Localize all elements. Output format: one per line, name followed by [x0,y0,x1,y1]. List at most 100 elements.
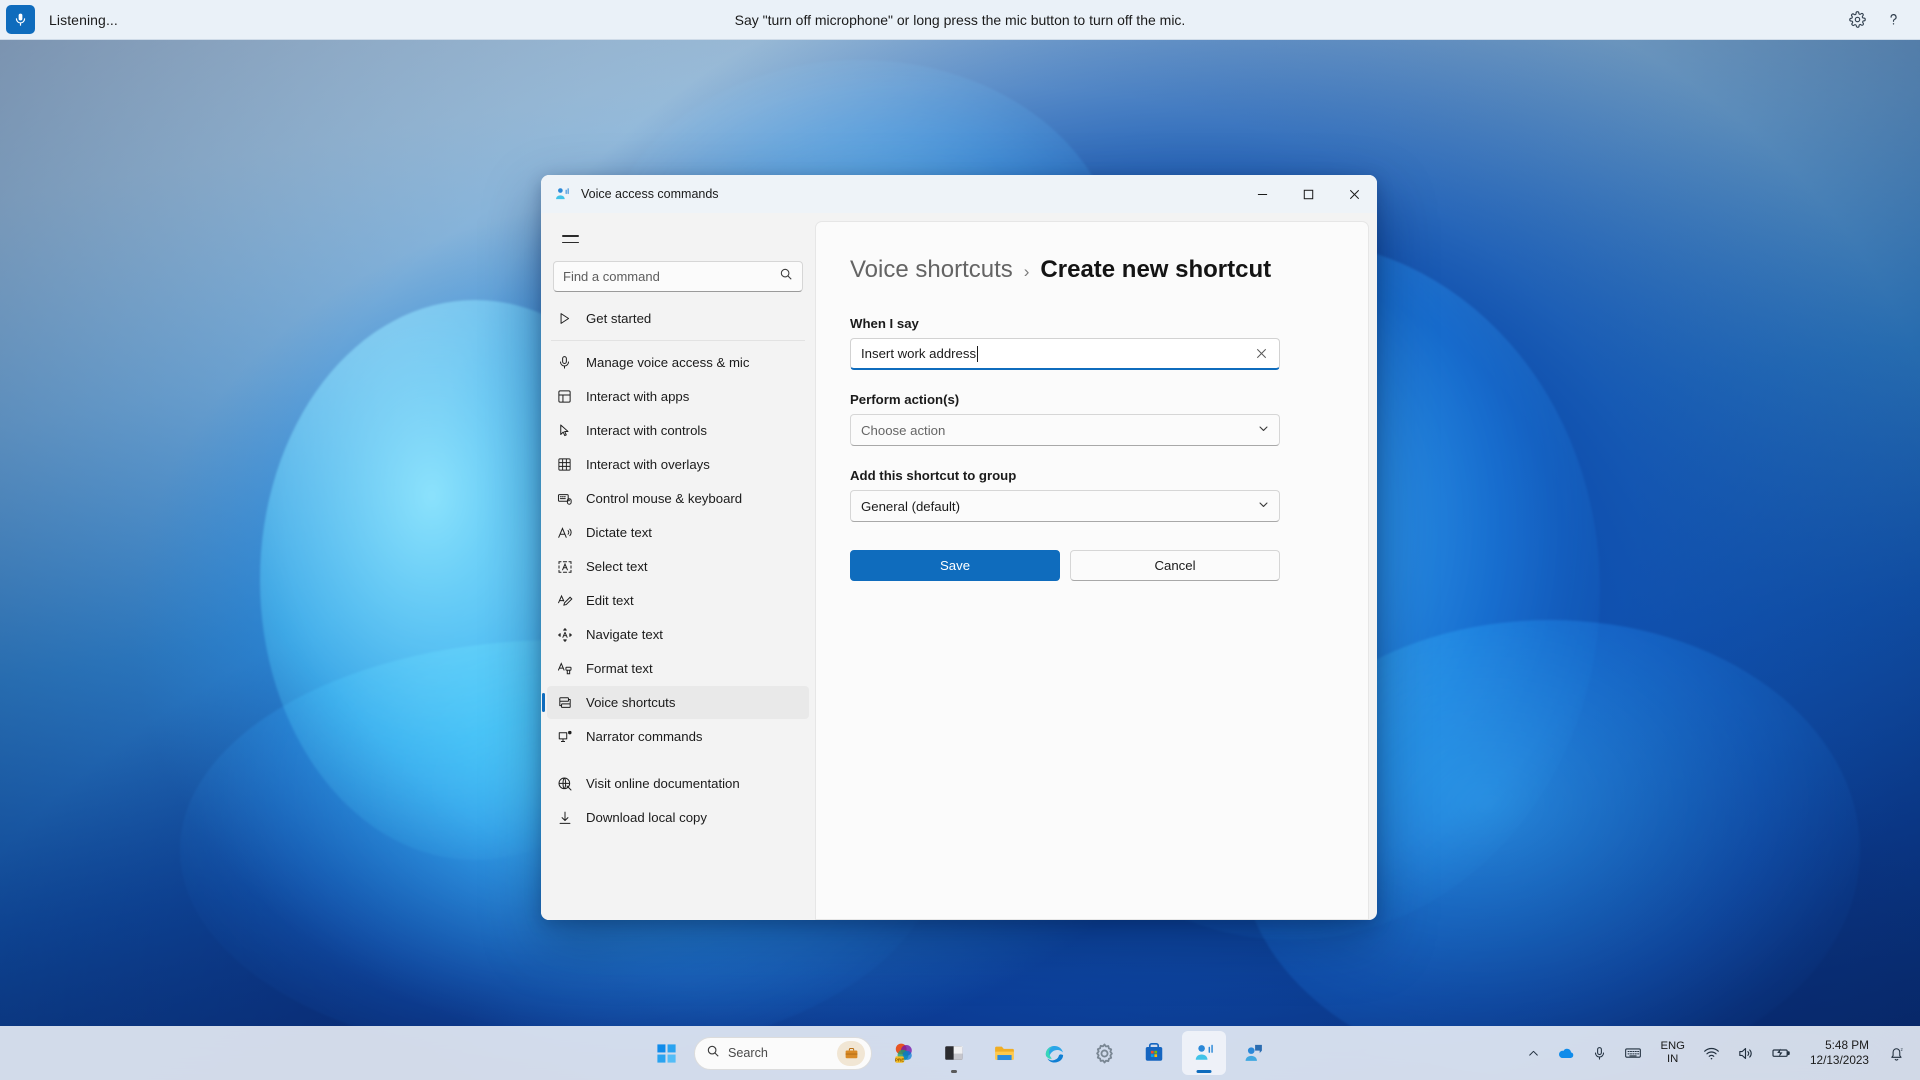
sidebar-item-get-started[interactable]: Get started [547,302,809,335]
when-i-say-field-group: When I say Insert work address [850,316,1280,370]
sidebar-item-label: Edit text [586,593,634,608]
edit-pencil-icon [555,591,574,610]
sidebar-item-label: Format text [586,661,653,676]
text-cursor [977,345,979,362]
file-explorer-dark-icon[interactable] [932,1031,976,1075]
minimize-button[interactable] [1239,175,1285,213]
narrator-icon [555,727,574,746]
sidebar-item-download-local-copy[interactable]: Download local copy [547,801,809,834]
microphone-icon[interactable] [6,5,35,34]
gear-icon[interactable] [1846,9,1868,31]
format-brush-icon [555,659,574,678]
sidebar-item-label: Interact with controls [586,423,707,438]
breadcrumb-root-link[interactable]: Voice shortcuts [850,256,1013,284]
keyboard-mouse-icon [555,489,574,508]
running-indicator [951,1070,957,1073]
cancel-button[interactable]: Cancel [1070,550,1280,581]
navigate-move-icon [555,625,574,644]
select-text-icon [555,557,574,576]
sidebar-item-label: Visit online documentation [586,776,740,791]
taskbar-search[interactable]: Search [694,1036,872,1070]
voice-access-icon[interactable] [1182,1031,1226,1075]
globe-icon [555,774,574,793]
search-field[interactable] [563,269,779,284]
sidebar-item-label: Narrator commands [586,729,703,744]
sidebar-item-interact-with-controls[interactable]: Interact with controls [547,414,809,447]
sidebar-item-voice-shortcuts[interactable]: Voice shortcuts [542,686,809,719]
when-i-say-value: Insert work address [861,346,977,361]
form-actions: Save Cancel [850,550,1280,581]
cursor-arrow-icon [555,421,574,440]
sidebar-item-label: Control mouse & keyboard [586,491,743,506]
hamburger-icon[interactable] [551,221,589,257]
taskbar-center-group: Search PRE [0,1031,1920,1075]
briefcase-icon[interactable] [837,1040,865,1066]
maximize-button[interactable] [1285,175,1331,213]
sidebar-item-label: Manage voice access & mic [586,355,750,370]
perform-actions-field-group: Perform action(s) Choose action [850,392,1280,446]
sidebar-item-dictate-text[interactable]: Dictate text [547,516,809,549]
add-to-group-dropdown[interactable]: General (default) [850,490,1280,522]
perform-actions-value: Choose action [861,422,946,438]
grid-overlay-icon [555,455,574,474]
sidebar-item-label: Dictate text [586,525,652,540]
settings-gear-icon[interactable] [1082,1031,1126,1075]
sidebar-item-visit-online-documentation[interactable]: Visit online documentation [547,767,809,800]
sidebar-nav: Get started Manage voice access & mic In… [541,302,815,834]
voice-access-bar-actions [1846,9,1920,31]
sidebar-item-select-text[interactable]: Select text [547,550,809,583]
file-explorer-icon[interactable] [982,1031,1026,1075]
microphone-icon [555,353,574,372]
save-button[interactable]: Save [850,550,1060,581]
chevron-right-icon: › [1023,262,1030,281]
when-i-say-input[interactable]: Insert work address [850,338,1280,370]
chevron-down-icon [1258,421,1269,439]
sidebar-item-interact-with-apps[interactable]: Interact with apps [547,380,809,413]
voice-access-commands-window: Voice access commands Find a command Get… [541,175,1377,920]
sidebar-item-label: Download local copy [586,810,707,825]
page-title: Create new shortcut [1040,256,1272,283]
search-input[interactable] [553,261,803,292]
play-triangle-icon [555,309,574,328]
voice-access-hint: Say "turn off microphone" or long press … [734,11,1186,28]
when-i-say-label: When I say [850,316,919,331]
sidebar-item-label: Get started [586,311,652,326]
close-x-icon[interactable] [1250,343,1272,365]
sidebar-item-edit-text[interactable]: Edit text [547,584,809,617]
feedback-hub-icon[interactable] [1232,1031,1276,1075]
microsoft-store-icon[interactable] [1132,1031,1176,1075]
voice-access-status: Listening... [49,11,118,28]
sidebar-item-control-mouse-keyboard[interactable]: Control mouse & keyboard [547,482,809,515]
add-to-group-label: Add this shortcut to group [850,468,1017,483]
sidebar-item-label: Select text [586,559,648,574]
sidebar-item-label: Interact with apps [586,389,690,404]
perform-actions-label: Perform action(s) [850,392,960,407]
sidebar-item-manage-voice-access[interactable]: Manage voice access & mic [547,346,809,379]
active-indicator [1196,1070,1212,1073]
breadcrumb: Voice shortcuts › Create new shortcut [850,256,1368,284]
search-icon [706,1044,720,1063]
sidebar-item-navigate-text[interactable]: Navigate text [547,618,809,651]
windows-start-icon[interactable] [644,1031,688,1075]
taskbar-search-label: Search [728,1046,768,1060]
sidebar-item-format-text[interactable]: Format text [547,652,809,685]
voice-access-bar: Listening... Say "turn off microphone" o… [0,0,1920,40]
question-mark-icon[interactable] [1882,9,1904,31]
window-titlebar[interactable]: Voice access commands [541,175,1377,213]
close-button[interactable] [1331,175,1377,213]
add-to-group-field-group: Add this shortcut to group General (defa… [850,468,1280,522]
window-controls [1239,175,1377,213]
perform-actions-dropdown[interactable]: Choose action [850,414,1280,446]
microsoft-365-icon[interactable]: PRE [882,1031,926,1075]
download-arrow-icon [555,808,574,827]
dictate-a-icon [555,523,574,542]
svg-text:PRE: PRE [895,1058,904,1063]
sidebar-item-label: Voice shortcuts [586,695,676,710]
sidebar-item-narrator-commands[interactable]: Narrator commands [547,720,809,753]
sidebar-item-interact-with-overlays[interactable]: Interact with overlays [547,448,809,481]
sidebar: Get started Manage voice access & mic [541,213,815,920]
apps-grid-icon [555,387,574,406]
voice-access-icon [554,186,571,203]
edge-browser-icon[interactable] [1032,1031,1076,1075]
